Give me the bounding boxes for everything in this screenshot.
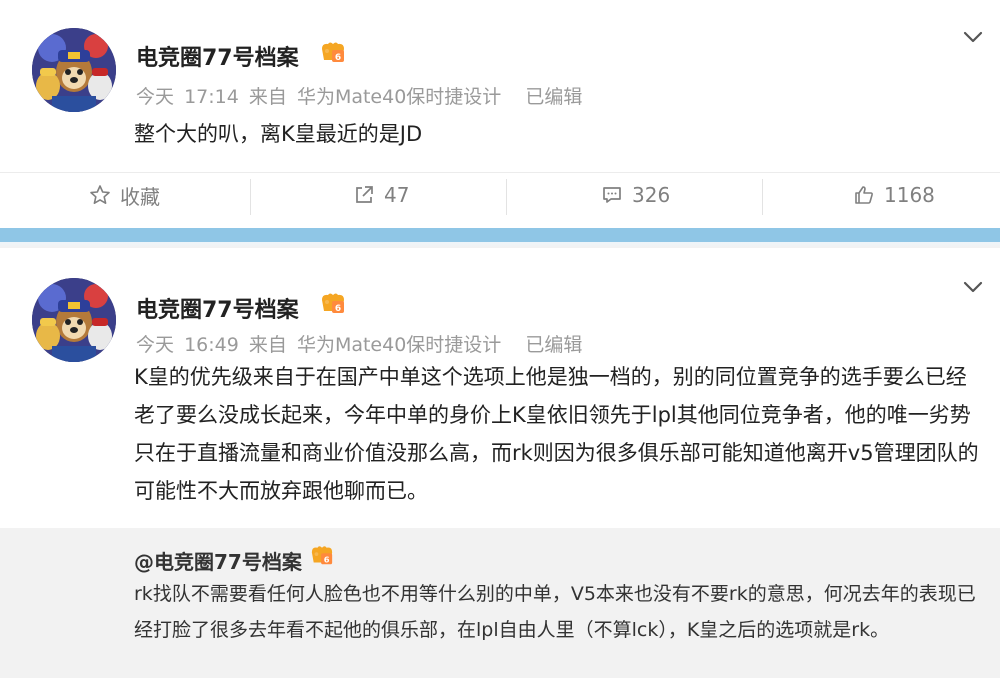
vip-badge-icon[interactable] [318,40,348,66]
favorite-button[interactable]: 收藏 [88,173,160,217]
post-day: 今天 [136,86,175,108]
post-day: 今天 [136,334,175,356]
divider [250,179,251,215]
feed-separator [0,228,1000,248]
post-card: 电竞圈77号档案 今天 16:49 来自 华为Mate40保时捷设计 已编辑 K… [0,248,1000,678]
device-source[interactable]: 华为Mate40保时捷设计 [297,86,501,108]
chevron-down-icon[interactable] [960,24,986,50]
avatar[interactable] [32,28,116,112]
post-text: 整个大的叭，离K皇最近的是JD [134,122,423,146]
source-prefix: 来自 [248,86,287,108]
post-meta: 今天 17:14 来自 华为Mate40保时捷设计 已编辑 [136,82,586,109]
post-text: K皇的优先级来自于在国产中单这个选项上他是独一档的，别的同位置竞争的选手要么已经… [134,365,979,503]
favorite-label: 收藏 [120,184,160,209]
thumbs-up-icon [855,186,873,204]
author-name[interactable]: 电竞圈77号档案 [136,40,299,72]
chevron-down-icon[interactable] [960,274,986,300]
post-card: 电竞圈77号档案 今天 17:14 来自 华为Mate40保时捷设计 已编辑 整… [0,0,1000,228]
divider [506,179,507,215]
avatar[interactable] [32,278,116,362]
edited-label[interactable]: 已编辑 [525,334,582,356]
action-bar: 收藏 47 326 1168 [0,172,1000,216]
source-prefix: 来自 [248,334,287,356]
post-meta: 今天 16:49 来自 华为Mate40保时捷设计 已编辑 [136,330,586,357]
comment-count: 326 [632,183,671,207]
star-icon [90,185,110,204]
quoted-post[interactable]: @电竞圈77号档案 rk找队不需要看任何人脸色也不用等什么别的中单，V5本来也没… [0,528,1000,678]
quoted-author[interactable]: @电竞圈77号档案 [134,546,302,575]
share-count: 47 [384,183,410,207]
edited-label[interactable]: 已编辑 [525,86,582,108]
quoted-text: rk找队不需要看任何人脸色也不用等什么别的中单，V5本来也没有不要rk的意思，何… [134,583,976,641]
share-button[interactable]: 47 [352,173,409,217]
like-button[interactable]: 1168 [852,173,935,217]
device-source[interactable]: 华为Mate40保时捷设计 [297,334,501,356]
divider [762,179,763,215]
comment-icon [603,187,621,203]
like-count: 1168 [884,183,935,207]
post-time[interactable]: 17:14 [184,86,239,108]
vip-badge-icon[interactable] [318,291,348,317]
share-icon [356,186,373,203]
post-time[interactable]: 16:49 [184,334,239,356]
vip-badge-icon[interactable] [308,544,336,568]
author-name[interactable]: 电竞圈77号档案 [136,292,299,324]
comment-button[interactable]: 326 [600,173,670,217]
